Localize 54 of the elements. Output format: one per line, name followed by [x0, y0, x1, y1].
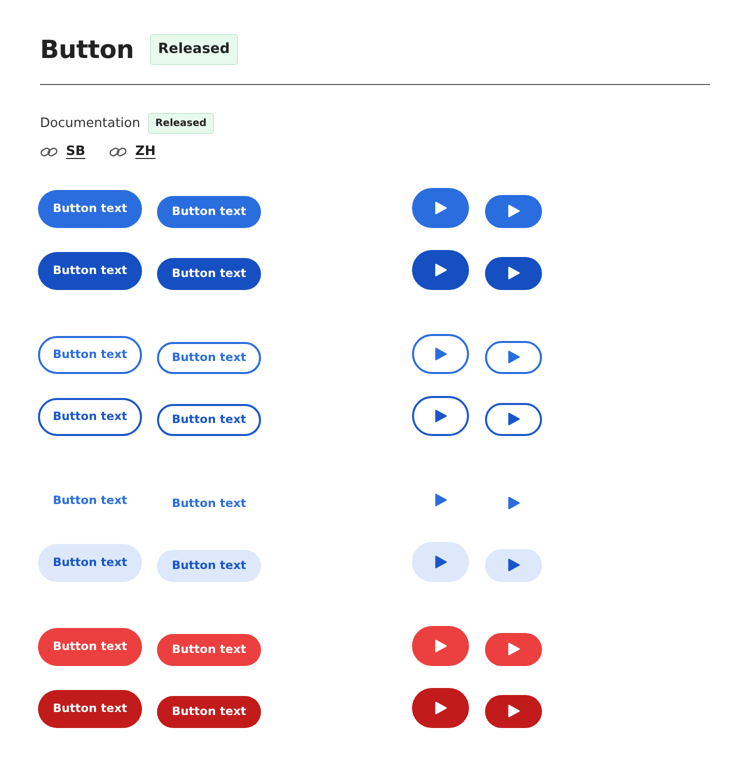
- play-button[interactable]: [485, 194, 542, 228]
- text-button[interactable]: Button text: [38, 482, 142, 520]
- text-button[interactable]: Button text: [157, 550, 261, 582]
- play-icon: [434, 492, 446, 506]
- play-icon: [508, 642, 520, 656]
- play-icon: [434, 200, 446, 214]
- play-button[interactable]: [485, 632, 542, 666]
- play-icon: [434, 554, 446, 568]
- text-button[interactable]: Button text: [38, 544, 142, 582]
- text-button[interactable]: Button text: [38, 398, 142, 436]
- play-icon: [434, 700, 446, 714]
- documentation-label: Documentation: [40, 114, 140, 133]
- play-button[interactable]: [412, 688, 469, 728]
- play-button[interactable]: [485, 548, 542, 582]
- play-icon: [508, 412, 520, 426]
- play-button[interactable]: [485, 694, 542, 728]
- text-button[interactable]: Button text: [38, 190, 142, 228]
- text-button[interactable]: Button text: [157, 488, 261, 520]
- play-icon: [434, 408, 446, 422]
- play-icon: [508, 350, 520, 364]
- doc-link[interactable]: ZH: [135, 142, 156, 162]
- play-button[interactable]: [412, 250, 469, 290]
- doc-link[interactable]: SB: [66, 142, 86, 162]
- text-button[interactable]: Button text: [38, 628, 142, 666]
- play-button[interactable]: [485, 402, 542, 436]
- text-button[interactable]: Button text: [157, 634, 261, 666]
- play-button[interactable]: [412, 188, 469, 228]
- play-icon: [508, 266, 520, 280]
- play-icon: [508, 558, 520, 572]
- text-button[interactable]: Button text: [38, 336, 142, 374]
- play-icon: [508, 496, 520, 510]
- play-button[interactable]: [412, 334, 469, 374]
- play-icon: [434, 262, 446, 276]
- text-button[interactable]: Button text: [38, 252, 142, 290]
- text-button[interactable]: Button text: [38, 690, 142, 728]
- text-button[interactable]: Button text: [157, 696, 261, 728]
- status-badge: Released: [148, 113, 214, 134]
- play-icon: [508, 704, 520, 718]
- play-button[interactable]: [485, 256, 542, 290]
- status-badge: Released: [150, 34, 238, 65]
- play-button[interactable]: [485, 340, 542, 374]
- text-button[interactable]: Button text: [157, 258, 261, 290]
- text-button[interactable]: Button text: [157, 196, 261, 228]
- play-button[interactable]: [412, 542, 469, 582]
- play-icon: [434, 638, 446, 652]
- link-icon: [109, 146, 128, 158]
- play-icon: [434, 346, 446, 360]
- play-button[interactable]: [412, 626, 469, 666]
- play-button[interactable]: [412, 396, 469, 436]
- play-icon: [508, 204, 520, 218]
- link-icon: [40, 146, 58, 158]
- page-title: Button: [40, 34, 134, 64]
- text-button[interactable]: Button text: [157, 342, 261, 374]
- text-button[interactable]: Button text: [157, 404, 261, 436]
